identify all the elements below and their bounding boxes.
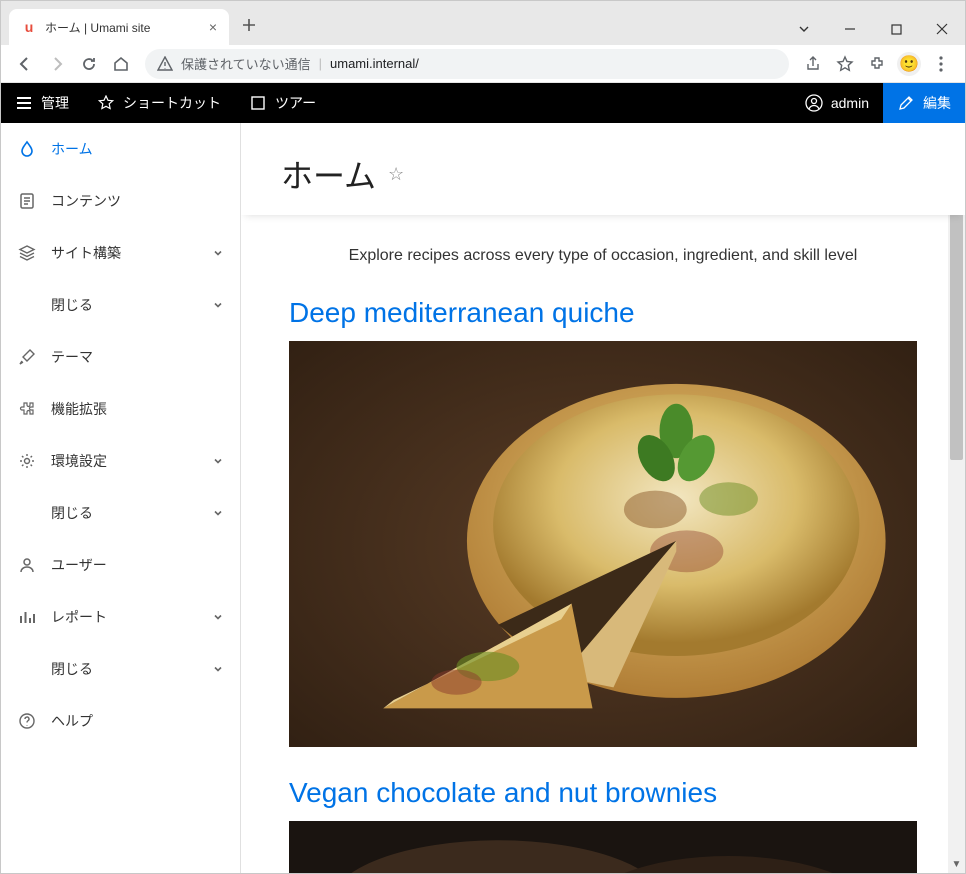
window-maximize-button[interactable] bbox=[873, 13, 919, 45]
home-button[interactable] bbox=[105, 48, 137, 80]
sidebar-item-config[interactable]: 環境設定 bbox=[1, 435, 240, 487]
kebab-menu-icon[interactable] bbox=[925, 48, 957, 80]
reload-button[interactable] bbox=[73, 48, 105, 80]
sidebar-item-label: ホーム bbox=[51, 139, 224, 159]
window-close-button[interactable] bbox=[919, 13, 965, 45]
sidebar-item-label: 環境設定 bbox=[51, 451, 212, 471]
content-area: ホーム ☆ Explore recipes across every type … bbox=[241, 123, 965, 873]
chevron-down-icon bbox=[212, 299, 224, 311]
pencil-icon bbox=[897, 94, 915, 112]
back-button[interactable] bbox=[9, 48, 41, 80]
sidebar-item-label: テーマ bbox=[51, 347, 224, 367]
chevron-down-icon bbox=[212, 455, 224, 467]
chevron-down-icon[interactable] bbox=[781, 13, 827, 45]
sidebar-item-label: 閉じる bbox=[51, 659, 212, 679]
extensions-icon[interactable] bbox=[861, 48, 893, 80]
recipe-image-1[interactable] bbox=[289, 341, 917, 747]
user-icon bbox=[17, 555, 37, 575]
puzzle-icon bbox=[17, 399, 37, 419]
bookmark-star-icon[interactable] bbox=[829, 48, 861, 80]
gear-icon bbox=[17, 451, 37, 471]
toolbar-admin-label: 管理 bbox=[41, 93, 69, 113]
sidebar-item-label: ヘルプ bbox=[51, 711, 224, 731]
sidebar-item-content[interactable]: コンテンツ bbox=[1, 175, 240, 227]
warning-icon bbox=[157, 56, 173, 72]
forward-button[interactable] bbox=[41, 48, 73, 80]
toolbar-edit-label: 編集 bbox=[923, 93, 951, 113]
drop-icon bbox=[17, 139, 37, 159]
page-header: ホーム ☆ bbox=[241, 123, 965, 215]
toolbar-admin-menu[interactable]: 管理 bbox=[1, 83, 83, 123]
sidebar-item-close-3[interactable]: 閉じる bbox=[1, 643, 240, 695]
vertical-scrollbar[interactable]: ▲ ▼ bbox=[948, 123, 965, 873]
sidebar-item-close-2[interactable]: 閉じる bbox=[1, 487, 240, 539]
recipe-link-1[interactable]: Deep mediterranean quiche bbox=[289, 297, 917, 329]
favicon-icon: u bbox=[21, 19, 37, 35]
browser-address-bar: 保護されていない通信 | umami.internal/ 🙂 bbox=[1, 45, 965, 83]
sidebar-item-label: 閉じる bbox=[51, 503, 212, 523]
scroll-track[interactable] bbox=[948, 140, 965, 856]
square-icon bbox=[249, 94, 267, 112]
recipe-image-2[interactable] bbox=[289, 821, 917, 873]
sidebar-item-close-1[interactable]: 閉じる bbox=[1, 279, 240, 331]
admin-toolbar: 管理 ショートカット ツアー admin 編集 bbox=[1, 83, 965, 123]
scroll-down-arrow-icon[interactable]: ▼ bbox=[948, 856, 965, 873]
star-icon bbox=[97, 94, 115, 112]
toolbar-shortcuts-label: ショートカット bbox=[123, 93, 221, 113]
browser-titlebar: u ホーム | Umami site × bbox=[1, 1, 965, 45]
chevron-down-icon bbox=[212, 247, 224, 259]
sidebar-item-label: 閉じる bbox=[51, 295, 212, 315]
recipe-title-text: Vegan chocolate and nut brownies bbox=[289, 777, 717, 808]
sidebar-item-reports[interactable]: レポート bbox=[1, 591, 240, 643]
sidebar-item-extend[interactable]: 機能拡張 bbox=[1, 383, 240, 435]
sidebar-item-label: サイト構築 bbox=[51, 243, 212, 263]
sidebar-item-label: ユーザー bbox=[51, 555, 224, 575]
toolbar-tour-label: ツアー bbox=[275, 93, 316, 113]
tab-title: ホーム | Umami site bbox=[45, 19, 201, 36]
user-circle-icon bbox=[805, 94, 823, 112]
sidebar-item-home[interactable]: ホーム bbox=[1, 123, 240, 175]
toolbar-user-label: admin bbox=[831, 95, 869, 111]
intro-text: Explore recipes across every type of occ… bbox=[289, 247, 917, 265]
document-icon bbox=[17, 191, 37, 211]
chevron-down-icon bbox=[212, 507, 224, 519]
toolbar-user[interactable]: admin bbox=[791, 83, 883, 123]
sidebar-item-theme[interactable]: テーマ bbox=[1, 331, 240, 383]
recipe-link-2[interactable]: Vegan chocolate and nut brownies bbox=[289, 777, 917, 809]
sidebar-item-label: 機能拡張 bbox=[51, 399, 224, 419]
page-title: ホーム bbox=[281, 151, 376, 197]
recipe-title-text: Deep mediterranean quiche bbox=[289, 297, 635, 328]
toolbar-shortcuts[interactable]: ショートカット bbox=[83, 83, 235, 123]
sidebar-item-users[interactable]: ユーザー bbox=[1, 539, 240, 591]
url-text: umami.internal/ bbox=[330, 56, 419, 71]
layers-icon bbox=[17, 243, 37, 263]
help-icon bbox=[17, 711, 37, 731]
browser-tab-active[interactable]: u ホーム | Umami site × bbox=[9, 9, 229, 45]
barchart-icon bbox=[17, 607, 37, 627]
brush-icon bbox=[17, 347, 37, 367]
favorite-star-icon[interactable]: ☆ bbox=[388, 164, 404, 185]
close-icon[interactable]: × bbox=[209, 19, 217, 35]
chevron-down-icon bbox=[212, 663, 224, 675]
security-text: 保護されていない通信 bbox=[181, 54, 311, 73]
hamburger-icon bbox=[15, 94, 33, 112]
toolbar-tour[interactable]: ツアー bbox=[235, 83, 330, 123]
sidebar-item-structure[interactable]: サイト構築 bbox=[1, 227, 240, 279]
window-minimize-button[interactable] bbox=[827, 13, 873, 45]
address-bar-input[interactable]: 保護されていない通信 | umami.internal/ bbox=[145, 49, 789, 79]
sidebar-item-label: レポート bbox=[51, 607, 212, 627]
sidebar-item-help[interactable]: ヘルプ bbox=[1, 695, 240, 747]
share-icon[interactable] bbox=[797, 48, 829, 80]
toolbar-edit-button[interactable]: 編集 bbox=[883, 83, 965, 123]
new-tab-button[interactable] bbox=[235, 11, 263, 39]
url-separator: | bbox=[319, 56, 322, 71]
chevron-down-icon bbox=[212, 611, 224, 623]
admin-sidebar: ホーム コンテンツ サイト構築 閉じる テーマ 機能拡張 bbox=[1, 123, 241, 873]
profile-avatar[interactable]: 🙂 bbox=[893, 48, 925, 80]
sidebar-item-label: コンテンツ bbox=[51, 191, 224, 211]
